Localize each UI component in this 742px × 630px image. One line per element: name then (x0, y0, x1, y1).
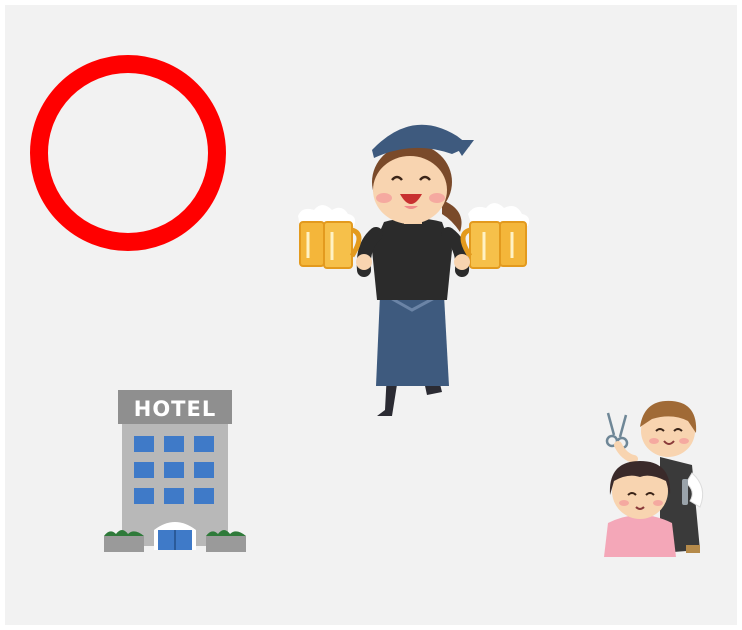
hairdresser-cutting-hair-icon[interactable] (600, 395, 715, 560)
symbol-board: HOTEL (5, 5, 737, 625)
hotel-building-icon[interactable]: HOTEL (100, 388, 248, 558)
izakaya-waitress-beer-icon[interactable] (292, 110, 542, 425)
red-circle-icon[interactable] (28, 53, 228, 253)
hotel-sign-text: HOTEL (134, 397, 216, 421)
